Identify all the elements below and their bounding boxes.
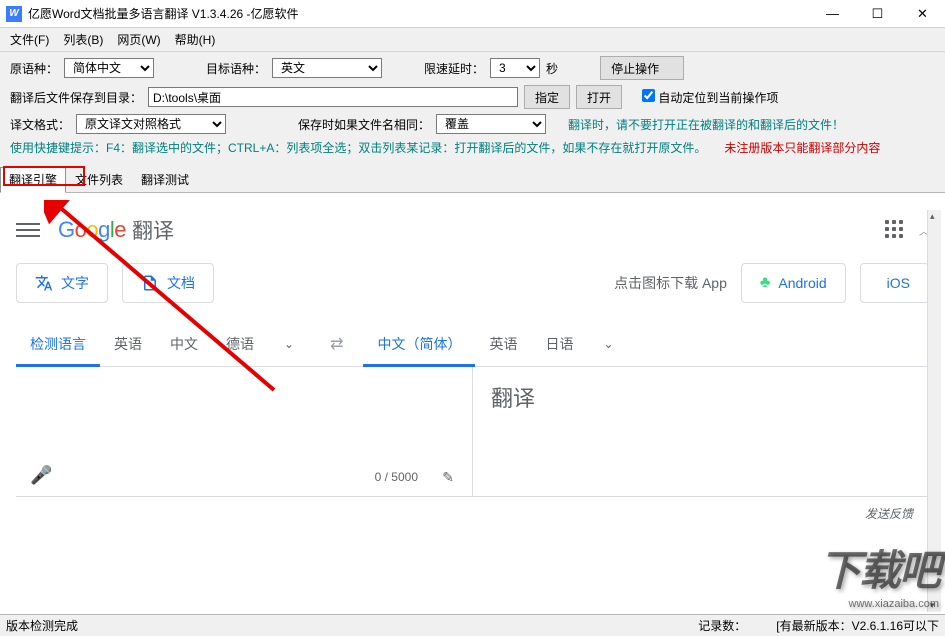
android-button[interactable]: ♣Android [741,263,846,303]
target-placeholder: 翻译 [491,381,911,413]
src-lang-zh[interactable]: 中文 [156,321,212,366]
source-text-pane[interactable]: 🎤 0 / 5000 ✎ [16,367,472,496]
tab-files[interactable]: 文件列表 [66,167,132,192]
save-dir-label: 翻译后文件保存到目录： [10,89,142,106]
watermark: 下载吧 www.xiazaiba.com [819,537,939,610]
android-icon: ♣ [760,274,771,292]
stop-button[interactable]: 停止操作 [600,56,684,80]
format-label: 译文格式： [10,116,70,133]
src-lang-detect[interactable]: 检测语言 [16,321,100,366]
google-translate-label: 翻译 [132,215,174,245]
doc-mode-button[interactable]: 文档 [122,263,214,303]
tgt-lang-select[interactable]: 英文 [272,58,382,78]
window-title: 亿愿Word文档批量多语言翻译 V1.3.4.26 -亿愿软件 [28,5,810,22]
handwrite-icon[interactable]: ✎ [442,469,454,486]
browse-button[interactable]: 指定 [524,85,570,109]
microphone-icon[interactable]: 🎤 [30,465,52,486]
tgt-lang-ja[interactable]: 日语 [531,321,587,366]
status-records: 记录数： [698,617,746,634]
translate-icon [35,274,53,292]
src-lang-en[interactable]: 英语 [100,321,156,366]
menu-help[interactable]: 帮助(H) [175,31,216,48]
send-feedback-link[interactable]: 发送反馈 [16,497,929,522]
dup-select[interactable]: 覆盖 [436,114,546,134]
maximize-button[interactable]: ☐ [855,0,900,28]
target-text-pane: 翻译 [472,367,929,496]
src-lang-select[interactable]: 简体中文 [64,58,154,78]
src-lang-de[interactable]: 德语 [212,321,268,366]
delay-select[interactable]: 3 [490,58,540,78]
swap-languages-icon[interactable]: ⇄ [330,334,343,354]
status-update: [有最新版本：V2.6.1.16可以下 [776,617,939,634]
menu-web[interactable]: 网页(W) [117,31,160,48]
document-icon [141,274,159,292]
ios-button[interactable]: iOS [860,263,929,303]
minimize-button[interactable]: — [810,0,855,28]
tgt-lang-zh[interactable]: 中文（简体） [363,321,475,366]
close-button[interactable]: ✕ [900,0,945,28]
char-counter: 0 / 5000 [375,470,418,484]
auto-locate-checkbox[interactable]: 自动定位到当前操作项 [642,89,778,106]
src-lang-label: 原语种： [10,60,58,77]
unregistered-warning: 未注册版本只能翻译部分内容 [724,139,880,156]
format-select[interactable]: 原文译文对照格式 [76,114,226,134]
tgt-lang-label: 目标语种： [206,60,266,77]
save-dir-input[interactable] [148,87,518,107]
hamburger-icon[interactable] [16,218,40,242]
src-lang-more[interactable]: ⌄ [268,337,310,351]
hotkey-hint: 使用快捷键提示：F4：翻译选中的文件；CTRL+A：列表项全选；双击列表某记录：… [10,139,706,156]
open-button[interactable]: 打开 [576,85,622,109]
app-download-promo: 点击图标下载 App [614,273,727,293]
delay-label: 限速延时： [424,60,484,77]
status-left: 版本检测完成 [6,617,78,634]
apps-icon[interactable] [885,220,905,240]
translate-warning: 翻译时，请不要打开正在被翻译的和翻译后的文件！ [568,116,844,133]
menu-list[interactable]: 列表(B) [63,31,103,48]
dup-label: 保存时如果文件名相同： [298,116,430,133]
scrollbar[interactable] [927,210,941,612]
tgt-lang-more[interactable]: ⌄ [587,337,629,351]
tgt-lang-en[interactable]: 英语 [475,321,531,366]
menu-file[interactable]: 文件(F) [10,31,49,48]
tab-test[interactable]: 翻译测试 [132,167,198,192]
delay-unit: 秒 [546,60,558,77]
tab-engine[interactable]: 翻译引擎 [0,167,66,193]
app-logo: W [6,6,22,22]
text-mode-button[interactable]: 文字 [16,263,108,303]
google-logo: Google [58,217,126,243]
